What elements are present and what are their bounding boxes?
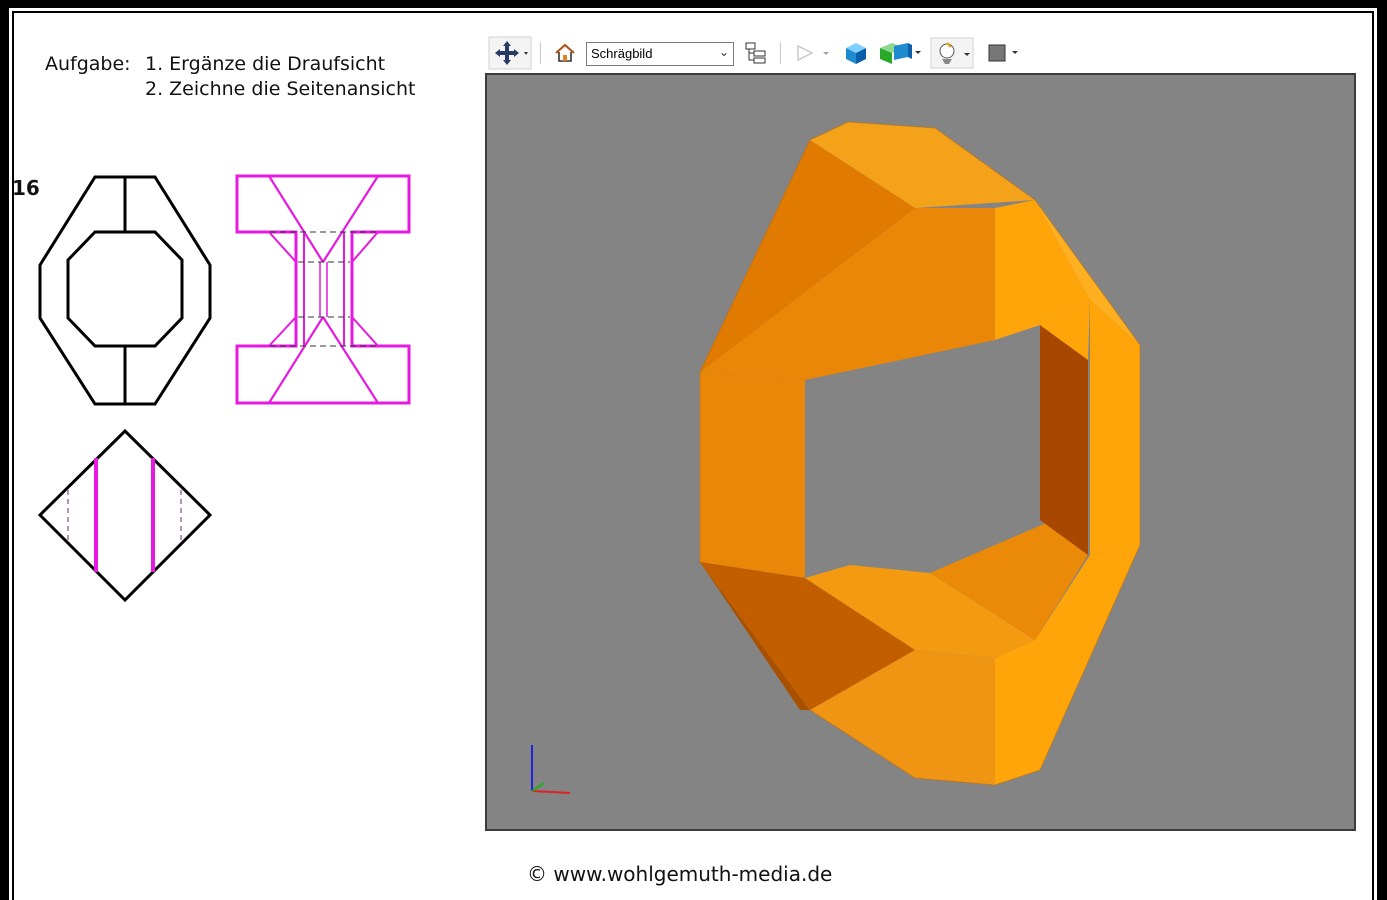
- side-view: [235, 174, 411, 405]
- play-icon: [797, 44, 829, 62]
- cube-icon: [846, 43, 866, 64]
- play-button[interactable]: [790, 36, 834, 70]
- home-icon: [555, 43, 575, 62]
- view-select[interactable]: Schrägbild ⌄: [586, 42, 734, 66]
- copyright-text: © www.wohlgemuth-media.de: [527, 862, 833, 886]
- model-tree-icon: [745, 42, 766, 64]
- lighting-icon: [930, 37, 974, 69]
- home-button[interactable]: [552, 36, 578, 70]
- view-select-value: Schrägbild: [591, 46, 653, 61]
- 3d-model: [699, 121, 1141, 786]
- front-view: [38, 175, 212, 406]
- section-view-button[interactable]: [878, 36, 924, 70]
- navigate-button[interactable]: [488, 36, 532, 70]
- section-cube-icon: [880, 43, 921, 64]
- lighting-button[interactable]: [930, 36, 974, 70]
- move-arrows-icon: [488, 36, 532, 70]
- background-color-icon: [988, 44, 1018, 62]
- 3d-viewport[interactable]: [485, 73, 1356, 831]
- solid-view-button[interactable]: [840, 36, 872, 70]
- top-view: [37, 428, 213, 603]
- technical-drawing: [37, 174, 411, 603]
- viewer-toolbar: Schrägbild ⌄: [486, 36, 1046, 72]
- background-color-button[interactable]: [982, 36, 1026, 70]
- chevron-down-icon: ⌄: [718, 45, 729, 59]
- axis-triad-icon: [531, 745, 571, 794]
- model-tree-button[interactable]: [742, 36, 770, 70]
